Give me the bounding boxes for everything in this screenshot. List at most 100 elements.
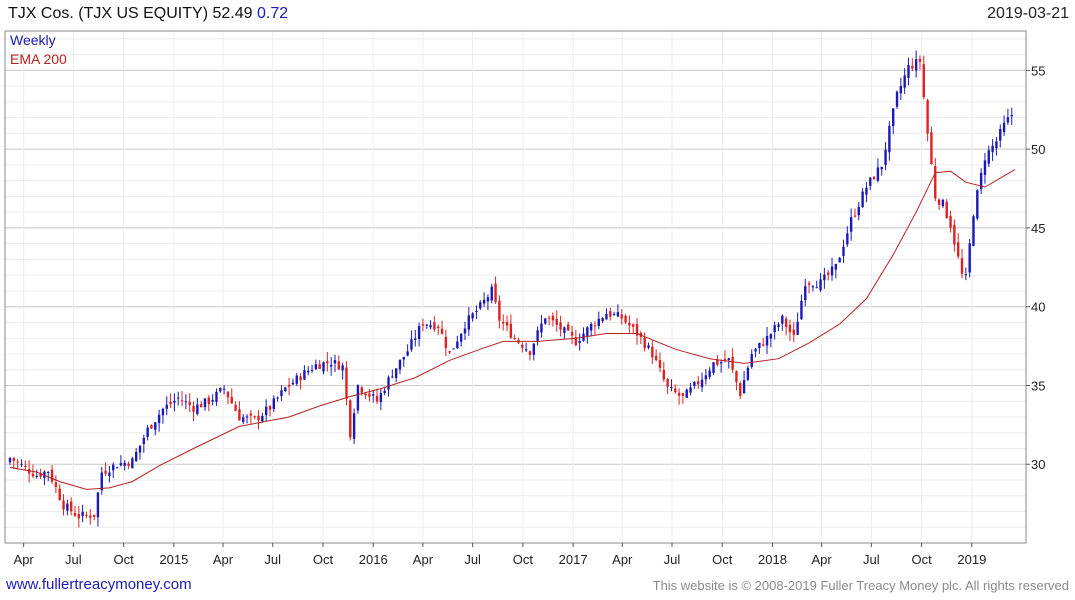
candle-up (823, 267, 826, 289)
candle-body (597, 318, 600, 326)
candle-body (593, 325, 597, 327)
candle-body (437, 326, 440, 329)
candle-up (134, 448, 138, 462)
site-link[interactable]: www.fullertreacymoney.com (6, 576, 192, 593)
candle-body (838, 257, 841, 263)
candle-down (956, 233, 960, 259)
candle-down (92, 514, 96, 521)
candle-up (754, 347, 757, 358)
candle-body (865, 187, 868, 195)
candle-down (658, 352, 662, 372)
candle-down (662, 361, 665, 383)
x-tick-label: Oct (113, 552, 134, 567)
candle-body (941, 199, 945, 207)
candle-body (819, 279, 822, 291)
candle-body (188, 401, 191, 406)
candle-body (620, 314, 623, 319)
candle-up (417, 322, 421, 347)
y-tick-label: 50 (1031, 142, 1045, 157)
candle-down (567, 321, 570, 332)
candle-up (781, 314, 784, 331)
candle-up (1006, 108, 1010, 125)
candle-up (490, 283, 493, 304)
candle-up (849, 208, 853, 241)
candle-body (333, 360, 337, 364)
candle-body (662, 369, 665, 380)
candle-body (161, 408, 165, 416)
candle-body (953, 224, 956, 245)
candle-up (284, 386, 287, 393)
candle-body (157, 414, 161, 424)
candle-body (697, 381, 700, 385)
legend: Weekly EMA 200 (10, 32, 67, 67)
candle-body (605, 313, 608, 320)
candle-up (425, 323, 428, 329)
x-tick-label: Oct (513, 552, 534, 567)
candle-body (253, 416, 256, 418)
candle-body (563, 327, 566, 333)
candle-body (245, 416, 249, 418)
candle-body (417, 326, 421, 340)
candle-down (349, 399, 352, 441)
candle-down (505, 315, 509, 332)
candle-down (739, 381, 742, 400)
candle-down (287, 377, 291, 396)
candle-body (471, 313, 474, 319)
candle-body (142, 437, 146, 445)
candle-down (268, 404, 272, 417)
candle-down (513, 334, 516, 340)
candle-body (364, 393, 367, 396)
candle-up (154, 422, 157, 436)
candle-body (318, 364, 321, 369)
candle-up (475, 305, 478, 320)
candle-up (589, 322, 593, 337)
candle-down (85, 511, 88, 519)
candle-body (689, 387, 692, 393)
candle-body (609, 311, 612, 317)
y-tick-label: 30 (1031, 457, 1045, 472)
candle-body (115, 467, 119, 469)
candle-body (486, 297, 490, 302)
candle-body (299, 376, 302, 381)
candle-up (903, 68, 906, 94)
candle-down (180, 391, 184, 407)
candle-body (796, 321, 799, 335)
candle-down (945, 198, 948, 219)
candle-up (532, 343, 536, 361)
candle-up (605, 308, 608, 320)
candle-up (830, 257, 834, 281)
candle-body (849, 217, 853, 232)
candle-body (104, 470, 107, 474)
x-tick-label: Apr (213, 552, 234, 567)
candle-up (815, 280, 818, 289)
candle-body (322, 362, 325, 372)
candle-up (142, 434, 146, 453)
candle-body (81, 511, 84, 517)
candle-up (899, 77, 903, 100)
candle-up (463, 321, 467, 340)
candle-body (169, 401, 172, 404)
candle-down (918, 55, 922, 70)
candle-up (43, 470, 46, 486)
candle-body (138, 445, 142, 453)
candle-body (547, 317, 551, 319)
candle-up (452, 348, 455, 350)
candle-up (838, 256, 841, 263)
candle-up (165, 396, 168, 416)
candle-body (788, 325, 792, 333)
candlesticks (8, 50, 1013, 528)
candle-body (467, 315, 471, 330)
candle-body (654, 355, 658, 361)
candle-body (532, 343, 536, 355)
candle-body (719, 362, 723, 364)
price-chart: 303540455055 Apr Jul Oct 2015 Apr Jul Oct 2016 A… (4, 30, 1045, 567)
candle-body (89, 515, 92, 518)
candle-down (628, 315, 631, 333)
candle-up (758, 342, 761, 354)
candle-body (429, 325, 432, 328)
candle-down (230, 388, 233, 405)
candle-body (444, 336, 448, 348)
candle-body (758, 342, 761, 349)
candle-body (268, 406, 272, 410)
candle-down (24, 460, 27, 471)
